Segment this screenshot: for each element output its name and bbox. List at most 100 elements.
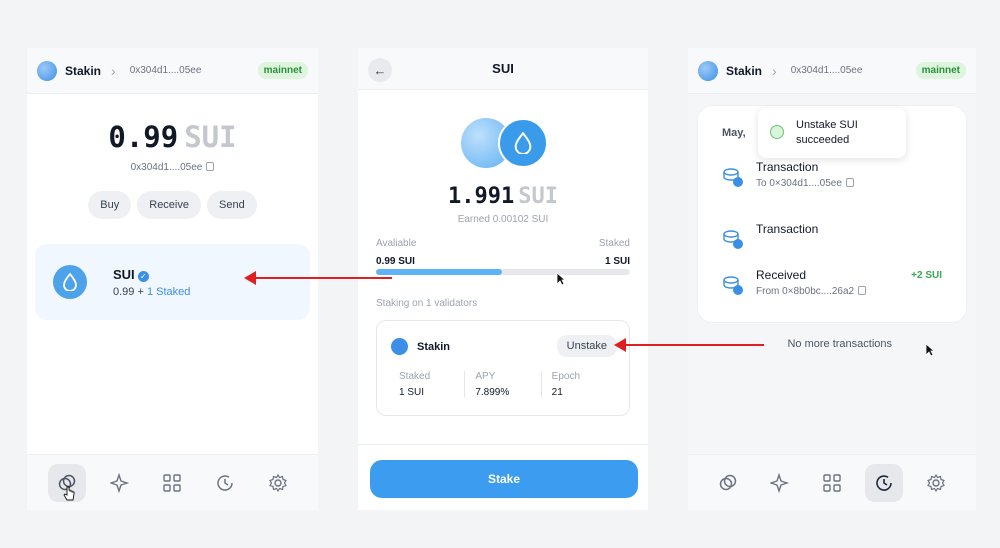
bottom-nav (688, 454, 976, 510)
stat-label: APY (475, 371, 496, 382)
coin-name: SUI ✓ (113, 267, 190, 282)
buy-button[interactable]: Buy (88, 191, 132, 219)
stat-label: Staked (399, 371, 431, 382)
action-buttons: Buy Receive Send (27, 191, 318, 219)
annotation-arrow-to-coin-row (244, 271, 392, 285)
send-button[interactable]: Send (207, 191, 257, 219)
transaction-sender: From 0×8b0bc....26a2 (756, 286, 867, 297)
nav-tokens[interactable] (709, 464, 747, 502)
sui-drop-icon (53, 265, 87, 299)
verified-check-icon: ✓ (137, 270, 149, 282)
account-avatar[interactable] (698, 60, 718, 81)
transaction-row[interactable]: Transaction (722, 222, 942, 252)
nav-settings[interactable] (259, 464, 297, 502)
transaction-title: Transaction (756, 222, 819, 236)
coin-hero (461, 118, 551, 168)
validator-name: Stakin (417, 341, 451, 353)
available-value: 0.99 SUI (376, 256, 415, 267)
stake-progress-bar (376, 269, 630, 275)
unstake-button[interactable]: Unstake (556, 335, 617, 357)
validator-card: Stakin Unstake Staked 1 SUI APY 7.899% E… (376, 320, 630, 416)
stat-value: 7.899% (475, 387, 510, 398)
stake-header: ← SUI (358, 48, 648, 90)
account-address[interactable]: 0x304d1....05ee (130, 65, 202, 76)
stake-button[interactable]: Stake (370, 460, 638, 498)
activity-panel: Stakin › 0x304d1....05ee mainnet May, Tr… (688, 48, 976, 510)
stake-progress-fill (376, 269, 503, 275)
transaction-row[interactable]: Received From 0×8b0bc....26a2 +2 SUI (722, 268, 942, 302)
copy-icon[interactable] (206, 162, 215, 171)
stake-balance: 1.991 SUI (358, 184, 648, 209)
transaction-recipient: To 0×304d1....05ee (756, 178, 854, 189)
chevron-right-icon[interactable]: › (111, 63, 116, 79)
success-toast: Unstake SUI succeeded (758, 108, 906, 158)
network-badge[interactable]: mainnet (915, 62, 966, 79)
copy-icon[interactable] (858, 286, 867, 295)
account-header: Stakin › 0x304d1....05ee mainnet (27, 48, 318, 94)
tokens-icon (719, 474, 737, 490)
stake-balance-unit: SUI (518, 184, 558, 209)
coin-name-text: SUI (113, 266, 135, 282)
coin-balance-line: 0.99 + 1 Staked (113, 286, 190, 298)
transaction-row[interactable]: Transaction To 0×304d1....05ee (722, 160, 942, 194)
validator-icon (391, 338, 408, 355)
balance-unit: SUI (184, 120, 237, 154)
nav-apps[interactable] (761, 464, 799, 502)
nav-history[interactable] (206, 464, 244, 502)
account-name[interactable]: Stakin (65, 64, 101, 78)
balance-labels: Avaliable Staked (376, 238, 630, 249)
settings-gear-icon (927, 473, 945, 492)
stat-value: 1 SUI (399, 387, 425, 398)
apps-grid-icon (163, 473, 182, 492)
account-avatar[interactable] (37, 60, 57, 81)
coin-row-sui[interactable]: SUI ✓ 0.99 + 1 Staked (35, 244, 310, 320)
history-icon (876, 474, 892, 491)
chevron-right-icon[interactable]: › (772, 63, 777, 79)
sparkle-icon (770, 472, 790, 493)
sui-drop-icon (498, 118, 548, 168)
validator-stats: Staked 1 SUI APY 7.899% Epoch 21 (389, 371, 617, 398)
date-label: May, (722, 127, 746, 139)
back-arrow-icon[interactable]: ← (368, 58, 392, 82)
account-name[interactable]: Stakin (726, 64, 762, 78)
nav-grid[interactable] (153, 464, 191, 502)
account-header: Stakin › 0x304d1....05ee mainnet (688, 48, 976, 94)
stat-staked: Staked 1 SUI (389, 371, 464, 398)
stat-epoch: Epoch 21 (540, 371, 617, 398)
nav-settings[interactable] (917, 464, 955, 502)
nav-history[interactable] (865, 463, 903, 502)
coin-staked[interactable]: 1 Staked (147, 286, 190, 298)
transaction-coin-icon (723, 276, 743, 295)
check-circle-icon (770, 125, 784, 139)
transaction-recipient-text: To 0×304d1....05ee (756, 178, 842, 189)
mouse-pointer-icon (556, 272, 566, 286)
total-balance: 0.99 SUI (27, 120, 318, 154)
network-badge[interactable]: mainnet (257, 62, 308, 79)
transaction-coin-icon (723, 168, 743, 187)
toast-message: Unstake SUI succeeded (796, 119, 858, 146)
account-address[interactable]: 0x304d1....05ee (791, 65, 863, 76)
staked-label: Staked (598, 238, 630, 249)
transaction-coin-icon (723, 230, 743, 249)
sparkle-icon (109, 472, 130, 493)
balance-values: 0.99 SUI 1 SUI (376, 256, 630, 267)
settings-gear-icon (268, 473, 287, 492)
copy-icon[interactable] (845, 178, 854, 187)
transaction-title: Received (756, 268, 807, 282)
nav-apps[interactable] (101, 464, 139, 502)
stat-value: 21 (551, 387, 563, 398)
stat-label: Epoch (551, 371, 581, 382)
nav-grid[interactable] (813, 464, 851, 502)
stake-detail-panel: ← SUI 1.991 SUI Earned 0.00102 SUI Avalia… (358, 48, 648, 510)
receive-button[interactable]: Receive (137, 191, 201, 219)
transaction-amount: +2 SUI (911, 270, 942, 281)
coin-text: SUI ✓ 0.99 + 1 Staked (113, 267, 190, 298)
annotation-arrow-to-unstake (614, 338, 764, 352)
wallet-home-panel: Stakin › 0x304d1....05ee mainnet 0.99 SUI… (27, 48, 318, 510)
wallet-address[interactable]: 0x304d1....05ee (27, 162, 318, 173)
coin-amount: 0.99 (113, 285, 135, 298)
transaction-sender-text: From 0×8b0bc....26a2 (756, 286, 855, 297)
stat-apy: APY 7.899% (464, 371, 540, 398)
divider (358, 444, 648, 445)
balance-amount: 0.99 (108, 120, 179, 154)
